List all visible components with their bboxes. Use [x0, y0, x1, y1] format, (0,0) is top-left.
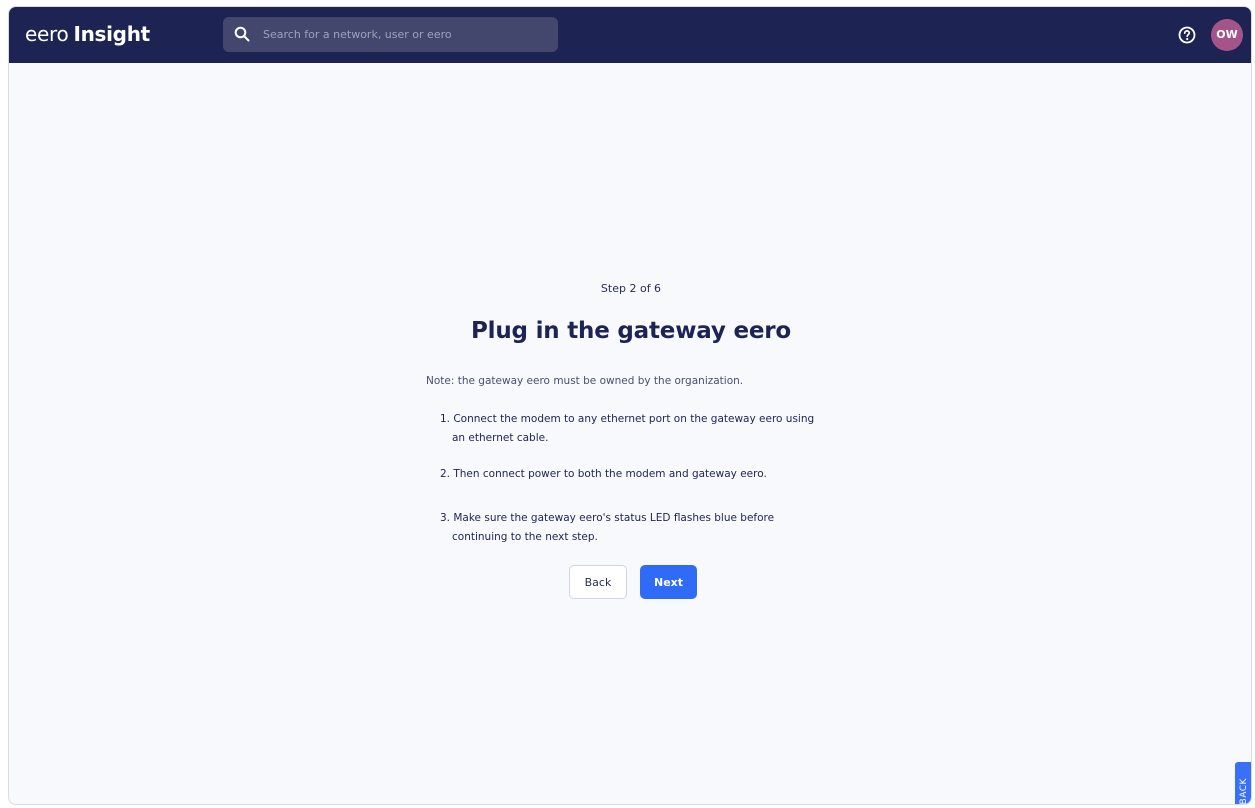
main-content: Step 2 of 6 Plug in the gateway eero Not…	[9, 63, 1251, 805]
next-button[interactable]: Next	[640, 565, 697, 599]
instruction-step-1: 1. Connect the modem to any ethernet por…	[440, 413, 815, 444]
ownership-note: Note: the gateway eero must be owned by …	[426, 375, 744, 387]
search-bar[interactable]	[223, 17, 558, 52]
instruction-step-2: 2. Then connect power to both the modem …	[440, 468, 767, 480]
search-input[interactable]	[263, 17, 548, 52]
feedback-label: FEEDBACK	[1239, 778, 1249, 805]
user-avatar[interactable]: OW	[1211, 19, 1243, 51]
logo-text-insight: Insight	[73, 22, 150, 46]
eero-insight-logo[interactable]: eero Insight	[25, 22, 150, 46]
app-window: eeroInsight OW Step 2 of 6 Plug in the g…	[8, 6, 1252, 805]
back-button[interactable]: Back	[569, 565, 627, 599]
feedback-tab[interactable]: FEEDBACK	[1235, 762, 1251, 805]
logo-text-eero: eero	[25, 22, 69, 46]
instruction-step-3: 3. Make sure the gateway eero's status L…	[440, 512, 775, 543]
page-title: Plug in the gateway eero	[470, 318, 791, 344]
step-indicator: Step 2 of 6	[600, 282, 662, 295]
top-navigation-bar: eeroInsight OW	[9, 7, 1251, 63]
help-icon[interactable]	[1177, 25, 1197, 45]
search-icon	[234, 26, 250, 42]
